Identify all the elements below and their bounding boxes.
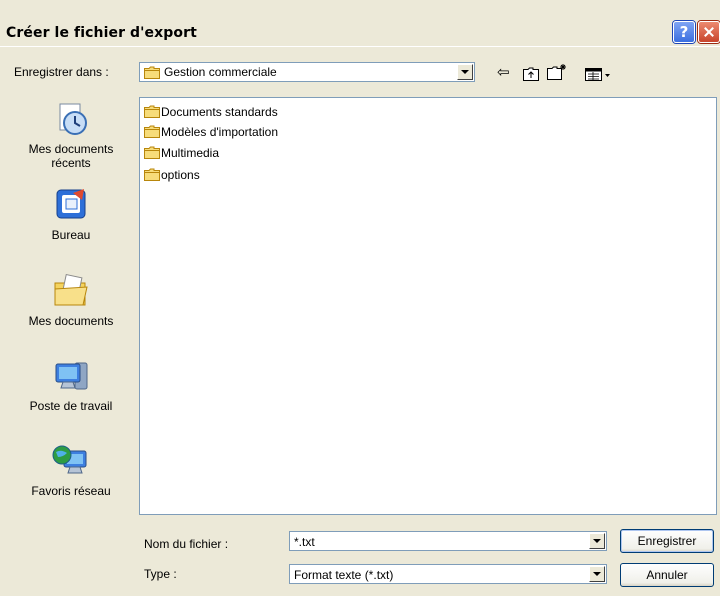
title-bar: Créer le fichier d'export ? bbox=[0, 0, 720, 46]
window-title: Créer le fichier d'export bbox=[6, 25, 197, 41]
views-menu-icon[interactable] bbox=[585, 65, 613, 85]
place-recent-documents[interactable]: Mes documents récents bbox=[10, 101, 132, 170]
filename-input[interactable]: *.txt bbox=[289, 531, 607, 551]
folder-icon bbox=[144, 105, 160, 118]
new-folder-icon[interactable] bbox=[546, 62, 568, 82]
file-name: Documents standards bbox=[161, 105, 278, 119]
up-folder-icon[interactable] bbox=[522, 64, 540, 84]
chevron-down-icon[interactable] bbox=[457, 64, 473, 80]
network-places-icon bbox=[52, 445, 87, 474]
chevron-down-icon[interactable] bbox=[589, 533, 605, 549]
folder-icon bbox=[144, 146, 160, 159]
filename-value: *.txt bbox=[294, 535, 315, 549]
place-my-documents[interactable]: Mes documents bbox=[10, 273, 132, 328]
recent-documents-icon bbox=[59, 103, 87, 135]
file-name: options bbox=[161, 168, 200, 182]
save-button[interactable]: Enregistrer bbox=[620, 529, 714, 553]
file-list[interactable]: Documents standards Modèles d'importatio… bbox=[139, 97, 717, 515]
list-item[interactable]: Modèles d'importation bbox=[144, 124, 278, 141]
type-value: Format texte (*.txt) bbox=[294, 568, 394, 582]
type-select[interactable]: Format texte (*.txt) bbox=[289, 564, 607, 584]
place-my-computer[interactable]: Poste de travail bbox=[10, 358, 132, 413]
desktop-icon bbox=[56, 189, 86, 219]
filename-label: Nom du fichier : bbox=[144, 537, 229, 551]
folder-icon bbox=[144, 66, 160, 79]
my-documents-icon bbox=[54, 273, 88, 306]
list-item[interactable]: options bbox=[144, 167, 200, 184]
place-network[interactable]: Favoris réseau bbox=[10, 443, 132, 498]
folder-icon bbox=[144, 125, 160, 138]
divider bbox=[0, 46, 720, 47]
file-name: Modèles d'importation bbox=[161, 125, 279, 139]
help-button[interactable]: ? bbox=[673, 21, 695, 43]
list-item[interactable]: Multimedia bbox=[144, 145, 219, 162]
place-label-my-documents: Mes documents bbox=[28, 314, 114, 328]
folder-icon bbox=[144, 168, 160, 181]
chevron-down-icon[interactable] bbox=[589, 566, 605, 582]
list-item[interactable]: Documents standards bbox=[144, 104, 278, 121]
my-computer-icon bbox=[55, 362, 88, 390]
type-label: Type : bbox=[144, 567, 177, 581]
place-desktop[interactable]: Bureau bbox=[10, 187, 132, 242]
cancel-button[interactable]: Annuler bbox=[620, 563, 714, 587]
back-icon[interactable]: ⇦ bbox=[497, 62, 510, 82]
place-label-recent: Mes documents récents bbox=[28, 142, 114, 170]
place-label-my-computer: Poste de travail bbox=[29, 399, 113, 413]
close-button[interactable] bbox=[698, 21, 720, 43]
place-label-network: Favoris réseau bbox=[31, 484, 111, 498]
save-in-label: Enregistrer dans : bbox=[14, 65, 109, 79]
save-dialog: Créer le fichier d'export ? Enregistrer … bbox=[0, 0, 720, 596]
file-name: Multimedia bbox=[161, 146, 220, 160]
place-label-desktop: Bureau bbox=[51, 228, 91, 242]
save-in-value: Gestion commerciale bbox=[164, 65, 277, 79]
save-in-dropdown[interactable]: Gestion commerciale bbox=[139, 62, 475, 82]
